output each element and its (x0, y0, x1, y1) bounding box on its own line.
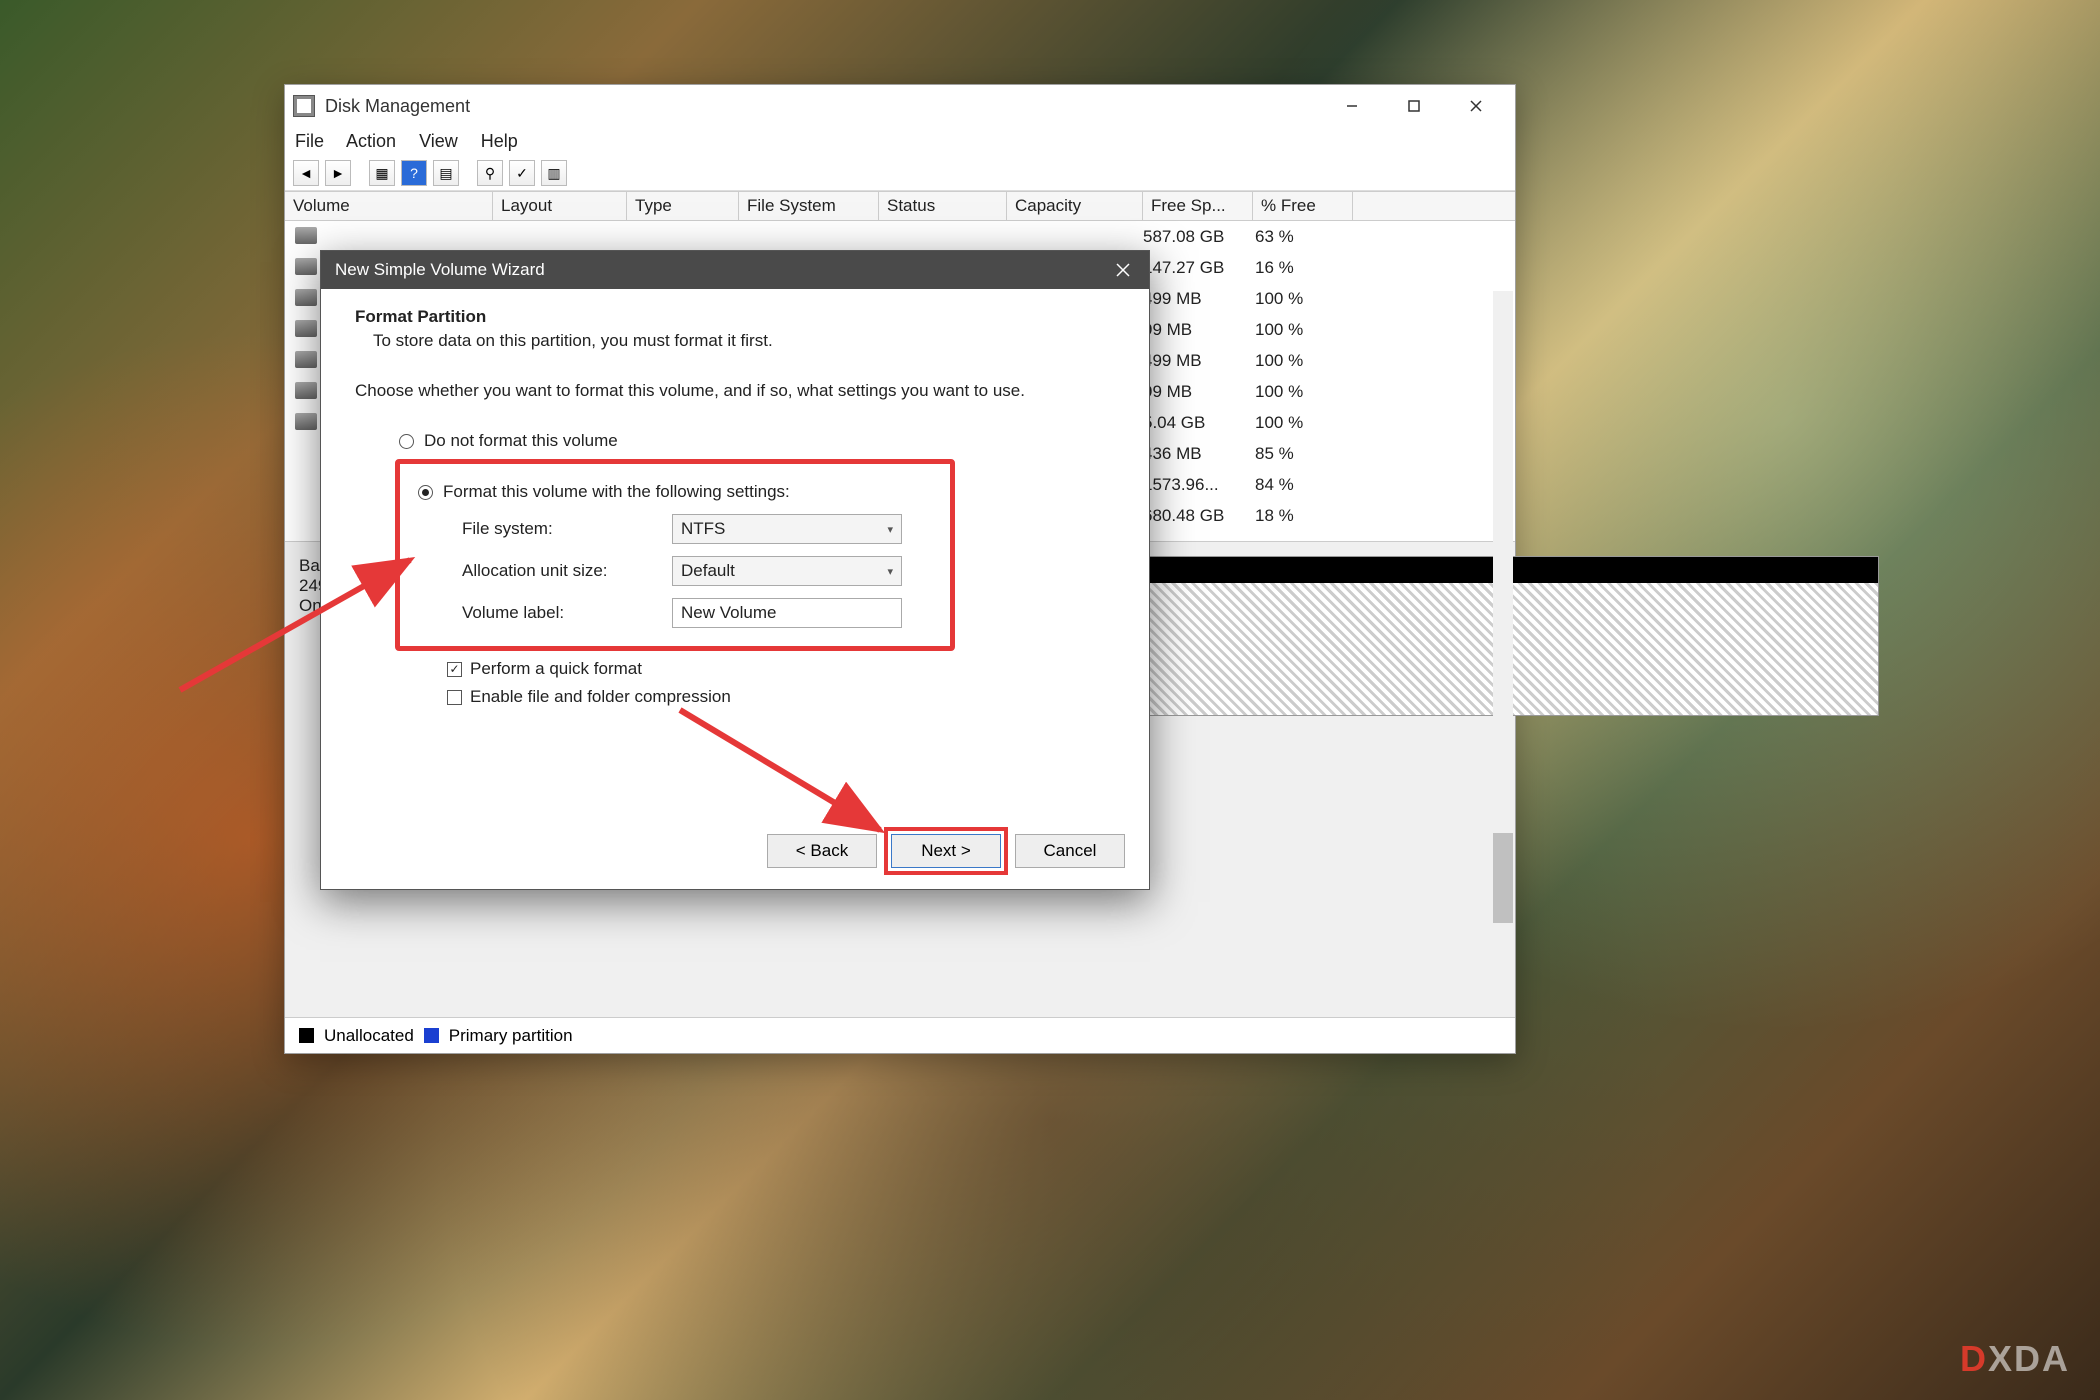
radio-icon[interactable] (399, 434, 414, 449)
menu-help[interactable]: Help (481, 131, 518, 151)
dialog-footer: < Back Next > Cancel (321, 827, 1149, 889)
dialog-subheader: To store data on this partition, you mus… (373, 331, 1115, 351)
legend-primary-label: Primary partition (449, 1026, 573, 1046)
radio-do-not-format[interactable]: Do not format this volume (399, 431, 1115, 451)
volumelabel-label: Volume label: (462, 603, 672, 623)
toolbar-icon[interactable]: ✓ (509, 160, 535, 186)
chevron-down-icon: ▾ (887, 523, 893, 536)
compression-checkbox-row[interactable]: Enable file and folder compression (447, 687, 1115, 707)
volumelabel-row: Volume label: New Volume (462, 598, 936, 628)
window-title: Disk Management (325, 96, 1321, 117)
allocation-label: Allocation unit size: (462, 561, 672, 581)
table-row: 436 MB85 % (1143, 438, 1355, 469)
table-row: 147.27 GB16 % (1143, 252, 1355, 283)
table-row: 587.08 GB63 % (1143, 221, 1355, 252)
checkbox-icon[interactable] (447, 690, 462, 705)
table-row: 1573.96...84 % (1143, 469, 1355, 500)
volume-icons (295, 227, 317, 444)
volumelabel-input[interactable]: New Volume (672, 598, 902, 628)
titlebar[interactable]: Disk Management (285, 85, 1515, 127)
legend-unallocated-label: Unallocated (324, 1026, 414, 1046)
col-pctfree[interactable]: % Free (1253, 192, 1353, 220)
checkbox-label: Perform a quick format (470, 659, 642, 679)
legend-swatch-primary (424, 1028, 439, 1043)
menu-action[interactable]: Action (346, 131, 396, 151)
vertical-scrollbar[interactable] (1493, 291, 1513, 1013)
maximize-button[interactable] (1383, 85, 1445, 127)
col-capacity[interactable]: Capacity (1007, 192, 1143, 220)
dialog-close-button[interactable] (1111, 258, 1135, 282)
back-icon[interactable]: ◄ (293, 160, 319, 186)
checkbox-icon[interactable]: ✓ (447, 662, 462, 677)
filesystem-label: File system: (462, 519, 672, 539)
legend-swatch-unallocated (299, 1028, 314, 1043)
partition-header-bar (1030, 557, 1878, 583)
quick-format-checkbox-row[interactable]: ✓ Perform a quick format (447, 659, 1115, 679)
help-icon[interactable]: ? (401, 160, 427, 186)
chevron-down-icon: ▾ (887, 565, 893, 578)
scroll-thumb[interactable] (1493, 833, 1513, 923)
toolbar-icon[interactable]: ▥ (541, 160, 567, 186)
allocation-dropdown[interactable]: Default▾ (672, 556, 902, 586)
table-row: 5.04 GB100 % (1143, 407, 1355, 438)
dialog-body: Format Partition To store data on this p… (321, 289, 1149, 827)
col-layout[interactable]: Layout (493, 192, 627, 220)
forward-icon[interactable]: ► (325, 160, 351, 186)
freespace-column-data: 587.08 GB63 % 147.27 GB16 % 499 MB100 % … (1143, 221, 1355, 531)
dialog-titlebar[interactable]: New Simple Volume Wizard (321, 251, 1149, 289)
watermark: DXDA (1960, 1338, 2070, 1380)
allocation-row: Allocation unit size: Default▾ (462, 556, 936, 586)
col-status[interactable]: Status (879, 192, 1007, 220)
table-row: 99 MB100 % (1143, 376, 1355, 407)
col-filesystem[interactable]: File System (739, 192, 879, 220)
filesystem-row: File system: NTFS▾ (462, 514, 936, 544)
partition-hatched-area (1030, 583, 1878, 715)
minimize-button[interactable] (1321, 85, 1383, 127)
filesystem-dropdown[interactable]: NTFS▾ (672, 514, 902, 544)
dialog-title: New Simple Volume Wizard (335, 260, 545, 280)
toolbar: ◄ ► ▦ ? ▤ ⚲ ✓ ▥ (285, 156, 1515, 191)
table-row: 499 MB100 % (1143, 283, 1355, 314)
toolbar-icon[interactable]: ⚲ (477, 160, 503, 186)
table-row: 99 MB100 % (1143, 314, 1355, 345)
back-button[interactable]: < Back (767, 834, 877, 868)
radio-label: Do not format this volume (424, 431, 618, 451)
radio-label: Format this volume with the following se… (443, 482, 790, 502)
toolbar-icon[interactable]: ▦ (369, 160, 395, 186)
table-row: 499 MB100 % (1143, 345, 1355, 376)
column-headers[interactable]: Volume Layout Type File System Status Ca… (285, 191, 1515, 221)
close-button[interactable] (1445, 85, 1507, 127)
app-icon (293, 95, 315, 117)
table-row: 680.48 GB18 % (1143, 500, 1355, 531)
radio-format-with-settings[interactable]: Format this volume with the following se… (418, 482, 936, 502)
legend: Unallocated Primary partition (285, 1017, 1515, 1053)
new-simple-volume-wizard-dialog: New Simple Volume Wizard Format Partitio… (320, 250, 1150, 890)
menu-view[interactable]: View (419, 131, 458, 151)
toolbar-icon[interactable]: ▤ (433, 160, 459, 186)
col-type[interactable]: Type (627, 192, 739, 220)
radio-icon[interactable] (418, 485, 433, 500)
col-freespace[interactable]: Free Sp... (1143, 192, 1253, 220)
cancel-button[interactable]: Cancel (1015, 834, 1125, 868)
dialog-header: Format Partition (355, 307, 1115, 327)
next-button[interactable]: Next > (891, 834, 1001, 868)
menu-file[interactable]: File (295, 131, 324, 151)
checkbox-label: Enable file and folder compression (470, 687, 731, 707)
col-volume[interactable]: Volume (285, 192, 493, 220)
format-settings-highlight-box: Format this volume with the following se… (395, 459, 955, 651)
dialog-instruction: Choose whether you want to format this v… (355, 381, 1115, 401)
menubar: File Action View Help (285, 127, 1515, 156)
